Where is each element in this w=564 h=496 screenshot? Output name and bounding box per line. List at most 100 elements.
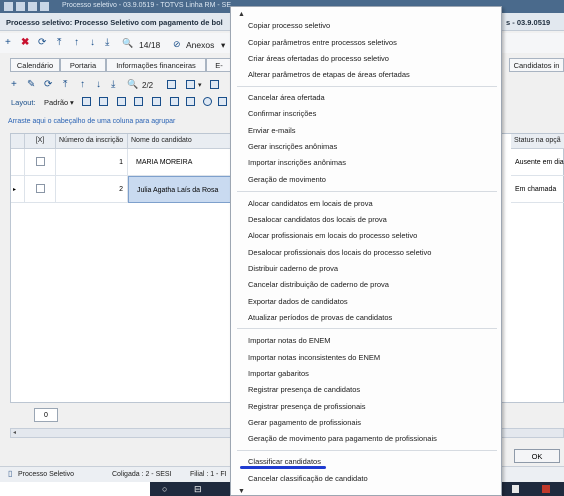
record-counter: 14/18 [139, 40, 161, 50]
menu-item-desalocar-candidatos[interactable]: Desalocar candidatos dos locais de prova [248, 215, 387, 224]
menu-item-cancelar-area[interactable]: Cancelar área ofertada [248, 93, 325, 102]
menu-item-copiar-parametros[interactable]: Copiar parâmetros entre processos seleti… [248, 38, 397, 47]
menu-scroll-up-icon[interactable]: ▲ [238, 11, 245, 18]
table-cell-inscricao[interactable]: 2 [56, 176, 128, 203]
status-filial: Filial : 1 - FI [190, 471, 227, 478]
menu-item-criar-areas[interactable]: Criar áreas ofertadas do processo seleti… [248, 54, 389, 63]
first-record-icon[interactable]: ⤒ [57, 37, 61, 49]
last-record-icon[interactable]: ⤓ [105, 37, 109, 49]
menu-item-registrar-presenca-profissionais[interactable]: Registrar presença de profissionais [248, 402, 366, 411]
taskbar-search-icon[interactable]: ○ [162, 484, 167, 494]
menu-item-cancelar-classificacao[interactable]: Cancelar classificação de candidato [248, 474, 368, 483]
menu-item-classificar-candidatos[interactable]: Classificar candidatos [248, 457, 321, 466]
candidato-header[interactable]: Nome do candidato [128, 134, 232, 149]
menu-item-alterar-parametros[interactable]: Alterar parâmetros de etapas de áreas of… [248, 70, 410, 79]
row-indicator [11, 149, 25, 176]
row-checkbox-cell [25, 149, 56, 176]
first-row-icon[interactable]: ⤒ [63, 79, 67, 90]
menu-item-geracao-movimento[interactable]: Geração de movimento [248, 175, 326, 184]
taskbar-view-icon[interactable]: ⊟ [194, 484, 202, 495]
color-icon[interactable] [203, 97, 212, 106]
menu-item-enviar-emails[interactable]: Enviar e-mails [248, 126, 296, 135]
print-icon[interactable] [210, 80, 219, 89]
next-record-icon[interactable]: ↓ [90, 37, 95, 49]
add-row-icon[interactable]: + [11, 79, 17, 90]
menu-item-alocar-candidatos[interactable]: Alocar candidatos em locais de prova [248, 199, 373, 208]
grid-toolbar: + ✎ ⟳ ⤒ ↑ ↓ ⤓ 🔍 2/2 ▾ [0, 77, 230, 93]
up-row-icon[interactable]: ↑ [80, 79, 85, 90]
menu-scroll-down-icon[interactable]: ▼ [238, 488, 245, 495]
layout-label: Layout: [11, 98, 36, 107]
menu-item-importar-inscricoes[interactable]: Importar inscrições anônimas [248, 158, 346, 167]
sort-icon[interactable] [186, 97, 195, 106]
add-layout-icon[interactable] [82, 97, 91, 106]
row-checkbox[interactable] [36, 184, 45, 193]
inscricao-header[interactable]: Número da inscrição [56, 134, 128, 149]
menu-item-importar-notas-inconsistentes[interactable]: Importar notas inconsistentes do ENEM [248, 353, 380, 362]
last-row-icon[interactable]: ⤓ [111, 79, 115, 90]
save-icon[interactable] [16, 2, 25, 11]
table-cell-candidato[interactable]: MARIA MOREIRA [128, 149, 232, 176]
export-dropdown-icon[interactable]: ▾ [198, 80, 202, 91]
actions-context-menu: ▲ Copiar processo seletivo Copiar parâme… [230, 6, 502, 496]
tab-e[interactable]: E- [206, 58, 232, 72]
grid-search-icon[interactable]: 🔍 [127, 79, 138, 90]
table-cell-inscricao[interactable]: 1 [56, 149, 128, 176]
menu-item-confirmar-inscricoes[interactable]: Confirmar inscrições [248, 109, 316, 118]
refresh-icon[interactable]: ⟳ [38, 37, 46, 49]
filter-icon[interactable] [152, 97, 161, 106]
menu-item-gerar-pagamento[interactable]: Gerar pagamento de profissionais [248, 418, 361, 427]
menu-item-importar-gabaritos[interactable]: Importar gabaritos [248, 369, 309, 378]
layout-options-icon[interactable] [117, 97, 126, 106]
undo-icon[interactable] [28, 2, 37, 11]
tab-calendario[interactable]: Calendário [10, 58, 60, 72]
redo-icon[interactable] [40, 2, 49, 11]
export-icon[interactable] [186, 80, 195, 89]
delete-icon[interactable]: ✖ [21, 37, 29, 49]
menu-item-geracao-movimento-pagamento[interactable]: Geração de movimento para pagamento de p… [248, 434, 437, 443]
menu-item-copiar-processo[interactable]: Copiar processo seletivo [248, 21, 330, 30]
layout-dropdown-icon[interactable]: ▾ [70, 98, 74, 107]
tab-informacoes-financeiras[interactable]: Informações financeiras [106, 58, 206, 72]
row-indicator-header [11, 134, 25, 149]
search-icon[interactable]: 🔍 [122, 37, 133, 49]
column-chooser-icon[interactable] [134, 97, 143, 106]
add-icon[interactable]: + [5, 37, 11, 49]
chevron-down-icon[interactable]: ▾ [221, 39, 225, 51]
chart-icon[interactable] [218, 97, 227, 106]
down-row-icon[interactable]: ↓ [96, 79, 101, 90]
status-coligada: Coligada : 2 - SESI [112, 471, 172, 478]
menu-item-alocar-profissionais[interactable]: Alocar profissionais em locais do proces… [248, 231, 417, 240]
save-layout-icon[interactable] [99, 97, 108, 106]
group-by-hint[interactable]: Arraste aqui o cabeçalho de uma coluna p… [8, 118, 175, 125]
scroll-left-icon[interactable]: ◂ [13, 429, 16, 436]
row-checkbox[interactable] [36, 157, 45, 166]
refresh-grid-icon[interactable]: ⟳ [44, 79, 52, 90]
menu-item-registrar-presenca-candidatos[interactable]: Registrar presença de candidatos [248, 385, 360, 394]
edit-icon[interactable]: ✎ [27, 79, 35, 90]
menu-item-gerar-inscricoes[interactable]: Gerar inscrições anônimas [248, 142, 337, 151]
table-cell-candidato-selected[interactable]: Julia Agatha Laís da Rosa [128, 176, 232, 203]
table-cell-status[interactable]: Ausente em dia [511, 149, 564, 176]
taskbar-app-icon[interactable] [512, 485, 519, 493]
highlight-underline [240, 466, 326, 469]
layout-toolbar: Layout: Padrão ▾ [0, 94, 230, 110]
layout-select[interactable]: Padrão [44, 98, 68, 107]
menu-item-cancelar-distribuicao[interactable]: Cancelar distribuição de caderno de prov… [248, 280, 389, 289]
menu-item-desalocar-profissionais[interactable]: Desalocar profissionais dos locais do pr… [248, 248, 431, 257]
select-all-header[interactable]: [X] [25, 134, 56, 149]
ok-button[interactable]: OK [514, 449, 560, 463]
group-icon[interactable] [170, 97, 179, 106]
menu-item-atualizar-periodos[interactable]: Atualizar períodos de provas de candidat… [248, 313, 392, 322]
attachments-button[interactable]: Anexos [186, 39, 214, 51]
menu-item-importar-notas-enem[interactable]: Importar notas do ENEM [248, 336, 331, 345]
table-cell-status[interactable]: Em chamada [511, 176, 564, 203]
menu-item-exportar-dados[interactable]: Exportar dados de candidatos [248, 297, 348, 306]
tab-portaria[interactable]: Portaria [60, 58, 106, 72]
status-header[interactable]: Status na opçã [511, 134, 564, 149]
menu-item-distribuir-caderno[interactable]: Distribuir caderno de prova [248, 264, 338, 273]
previous-record-icon[interactable]: ↑ [74, 37, 79, 49]
tab-candidatos[interactable]: Candidatos in [509, 58, 564, 72]
details-icon[interactable] [167, 80, 176, 89]
taskbar-pdf-icon[interactable] [542, 485, 550, 493]
